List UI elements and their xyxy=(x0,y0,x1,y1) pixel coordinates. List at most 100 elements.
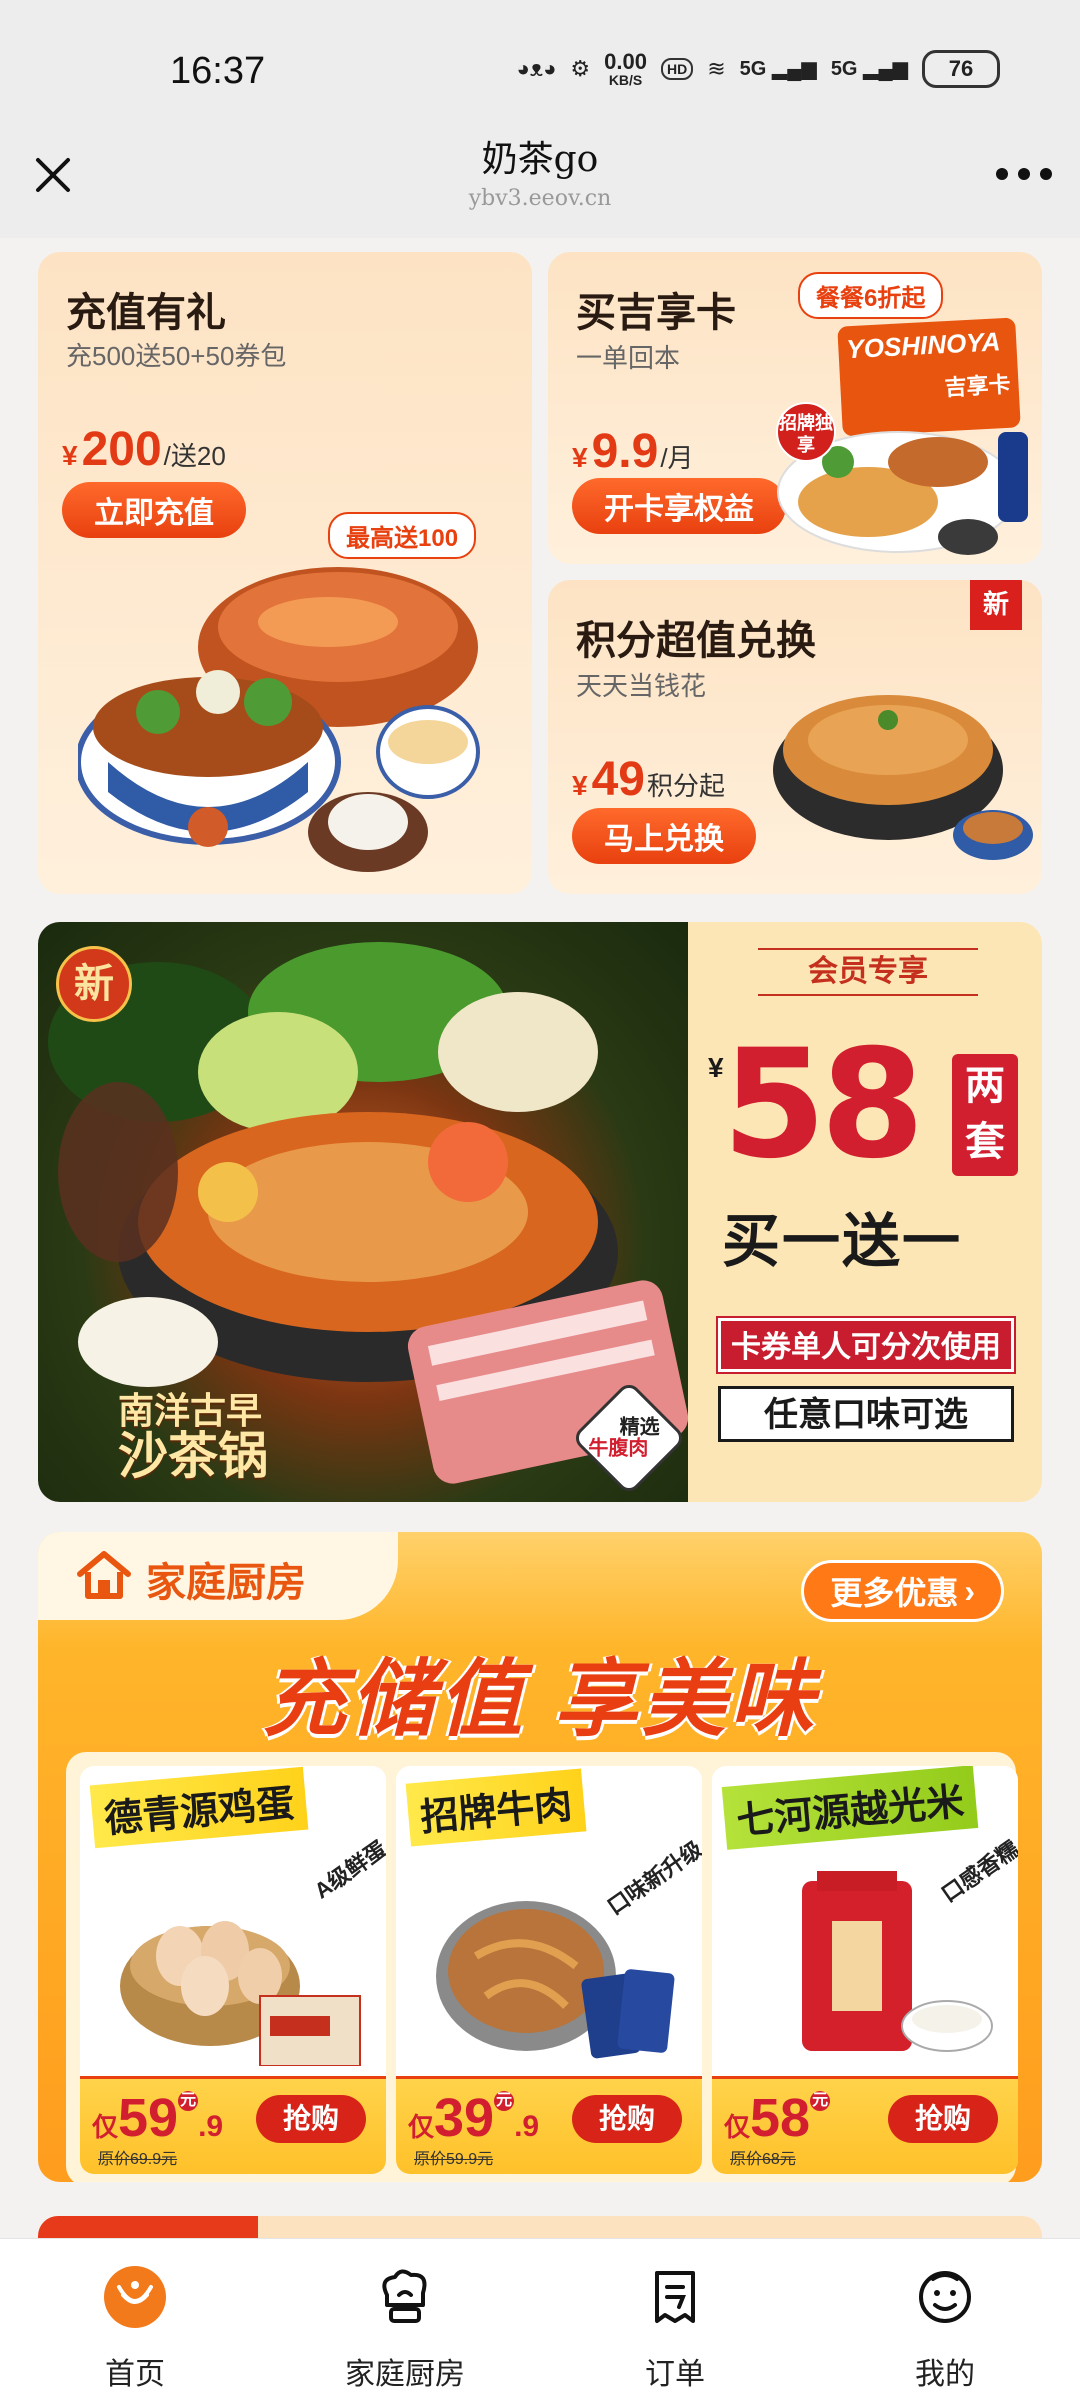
buy-button[interactable]: 抢购 xyxy=(572,2095,682,2143)
new-ribbon: 新 xyxy=(970,580,1022,630)
hotpot-name-line1: 南洋古早 xyxy=(118,1390,263,1431)
membership-price-value: 9.9 xyxy=(591,425,659,478)
price-unit: 元 xyxy=(810,2091,831,2111)
product-card[interactable]: 招牌牛肉 口味新升级 仅 39 元 .9 原价59.9元 抢购 xyxy=(396,1766,702,2174)
tab-label: 家庭厨房 xyxy=(345,2358,465,2391)
recharge-card[interactable]: 充值有礼 充500送50+50券包 ¥ 200 /送20 立即充值 最高送100 xyxy=(38,252,532,894)
face-icon: ◕ᴥ◕ xyxy=(516,56,557,81)
buy-button[interactable]: 抢购 xyxy=(888,2095,998,2143)
chef-hat-icon xyxy=(382,2269,427,2323)
tab-family-kitchen[interactable]: 家庭厨房 xyxy=(270,2239,540,2400)
family-kitchen-header: 家庭厨房 xyxy=(38,1532,398,1620)
chevron-right-icon: › xyxy=(964,1572,975,1609)
more-deals-button[interactable]: 更多优惠 › xyxy=(801,1560,1004,1622)
hotpot-name: 南洋古早 沙茶锅 xyxy=(118,1392,268,1482)
order-icon xyxy=(655,2271,695,2323)
membership-card-promo[interactable]: 买吉享卡 一单回本 ¥ 9.9 /月 开卡享权益 餐餐6折起 YOSHINOYA… xyxy=(548,252,1042,564)
product-panel: 德青源鸡蛋 A级鲜蛋 仅 59 元 .9 原价69.9元 抢购 招牌牛肉 口味新… xyxy=(66,1752,1018,2182)
membership-tag: 餐餐6折起 xyxy=(798,272,944,319)
hotpot-offer: 会员专享 ¥ 58 两套 买一送一 卡券单人可分次使用 任意口味可选 xyxy=(688,922,1042,1502)
status-icons: ◕ᴥ◕ ⚙ 0.00 KB/S HD ≋ 5G ▂▄▆ 5G ▂▄▆ 76 xyxy=(516,50,1000,88)
flavor-note: 任意口味可选 xyxy=(718,1386,1014,1442)
rice-bag-image xyxy=(802,1871,993,2052)
profile-icon xyxy=(919,2271,971,2323)
price-prefix: 仅 xyxy=(92,2112,119,2142)
page-title: 奶茶go xyxy=(481,139,599,180)
recharge-price-suffix: /送20 xyxy=(163,441,226,471)
membership-price-symbol: ¥ xyxy=(572,442,588,473)
hotpot-name-line2: 沙茶锅 xyxy=(118,1427,268,1484)
price-integer: 58 xyxy=(750,2088,811,2148)
hd-icon: HD xyxy=(660,58,694,80)
points-button[interactable]: 马上兑换 xyxy=(572,808,756,864)
product-price-bar: 仅 59 元 .9 原价69.9元 抢购 xyxy=(80,2076,386,2174)
points-subtitle: 天天当钱花 xyxy=(576,671,707,701)
more-deals-label: 更多优惠 xyxy=(830,1575,959,1611)
bottom-tab-bar: 首页 家庭厨房 订单 我的 xyxy=(0,2238,1080,2400)
more-icon[interactable] xyxy=(996,168,1052,184)
points-price: ¥ 49 积分起 xyxy=(572,752,725,807)
membership-subtitle: 一单回本 xyxy=(576,343,681,373)
membership-title: 买吉享卡 xyxy=(576,291,736,335)
tab-label: 我的 xyxy=(915,2358,975,2391)
signature-badge: 招牌独享 xyxy=(776,402,836,462)
tab-home[interactable]: 首页 xyxy=(0,2239,270,2400)
status-time: 16:37 xyxy=(170,50,266,92)
hotpot-price: 58 xyxy=(722,1018,925,1192)
product-name: 招牌牛肉 xyxy=(405,1768,587,1847)
home-icon xyxy=(77,1551,131,1599)
price-integer: 59 xyxy=(118,2088,179,2148)
kitchen-slogan: 充储值 享美味 xyxy=(262,1652,818,1746)
eggs-image xyxy=(120,1921,361,2066)
membership-button[interactable]: 开卡享权益 xyxy=(572,478,786,534)
beef-tag-line2: 牛腹肉 xyxy=(588,1437,649,1460)
beef-pack-image xyxy=(436,1901,675,2059)
points-price-value: 49 xyxy=(591,753,645,806)
battery-icon: 76 xyxy=(922,50,1000,88)
original-price: 原价68元 xyxy=(730,2151,796,2168)
usage-note: 卡券单人可分次使用 xyxy=(716,1316,1016,1374)
home-logo-icon xyxy=(104,2266,166,2328)
gear-status-icon: ⚙ xyxy=(570,56,591,81)
product-card[interactable]: 七河源越光米 口感香糯 仅 58 元 原价68元 抢购 xyxy=(712,1766,1018,2174)
bogo-offer: 买一送一 xyxy=(722,1209,963,1274)
recharge-button[interactable]: 立即充值 xyxy=(62,482,246,538)
wifi-icon: ≋ xyxy=(707,56,726,81)
product-card[interactable]: 德青源鸡蛋 A级鲜蛋 仅 59 元 .9 原价69.9元 抢购 xyxy=(80,1766,386,2174)
net-1-label: 5G xyxy=(739,58,767,80)
price-prefix: 仅 xyxy=(408,2112,435,2142)
points-title: 积分超值兑换 xyxy=(576,619,816,663)
signal-1: 5G ▂▄▆ xyxy=(739,58,817,80)
member-tag: 会员专享 xyxy=(758,948,978,996)
beef-bowl-image xyxy=(773,695,1033,860)
price-decimal: .9 xyxy=(198,2110,224,2143)
hotpot-image: 新 南洋古早 沙茶锅 精选 牛腹肉 xyxy=(38,922,689,1502)
brand-logo: YOSHINOYA xyxy=(845,326,1002,365)
price-integer: 39 xyxy=(434,2088,495,2148)
buy-button[interactable]: 抢购 xyxy=(256,2095,366,2143)
signal-2: 5G ▂▄▆ xyxy=(830,58,908,80)
original-price: 原价59.9元 xyxy=(414,2151,494,2168)
two-sets-badge: 两套 xyxy=(952,1054,1018,1176)
product-price: 仅 58 元 xyxy=(724,2087,831,2149)
price-prefix: 仅 xyxy=(724,2112,751,2142)
product-name: 德青源鸡蛋 xyxy=(89,1766,309,1849)
product-price: 仅 59 元 .9 xyxy=(92,2087,223,2149)
speed-unit: KB/S xyxy=(608,72,643,88)
membership-price-suffix: /月 xyxy=(660,443,694,473)
net-2-label: 5G xyxy=(830,58,858,80)
tab-label: 订单 xyxy=(645,2358,705,2391)
price-decimal: .9 xyxy=(514,2110,540,2143)
original-price: 原价69.9元 xyxy=(98,2151,178,2168)
tab-profile[interactable]: 我的 xyxy=(810,2239,1080,2400)
membership-price: ¥ 9.9 /月 xyxy=(572,424,694,479)
points-price-suffix: 积分起 xyxy=(646,771,725,801)
price-unit: 元 xyxy=(494,2091,515,2111)
tab-orders[interactable]: 订单 xyxy=(540,2239,810,2400)
product-price-bar: 仅 58 元 原价68元 抢购 xyxy=(712,2076,1018,2174)
points-card[interactable]: 新 积分超值兑换 天天当钱花 ¥ 49 积分起 马上兑换 xyxy=(548,580,1042,894)
hotpot-banner[interactable]: 新 南洋古早 沙茶锅 精选 牛腹肉 会员专享 ¥ 58 两套 买一送一 卡券单人… xyxy=(38,922,1042,1502)
recharge-price-symbol: ¥ xyxy=(62,440,78,471)
status-bar: 16:37 ◕ᴥ◕ ⚙ 0.00 KB/S HD ≋ 5G ▂▄▆ 5G ▂▄▆… xyxy=(0,0,1080,130)
speed-value: 0.00 xyxy=(604,49,647,74)
